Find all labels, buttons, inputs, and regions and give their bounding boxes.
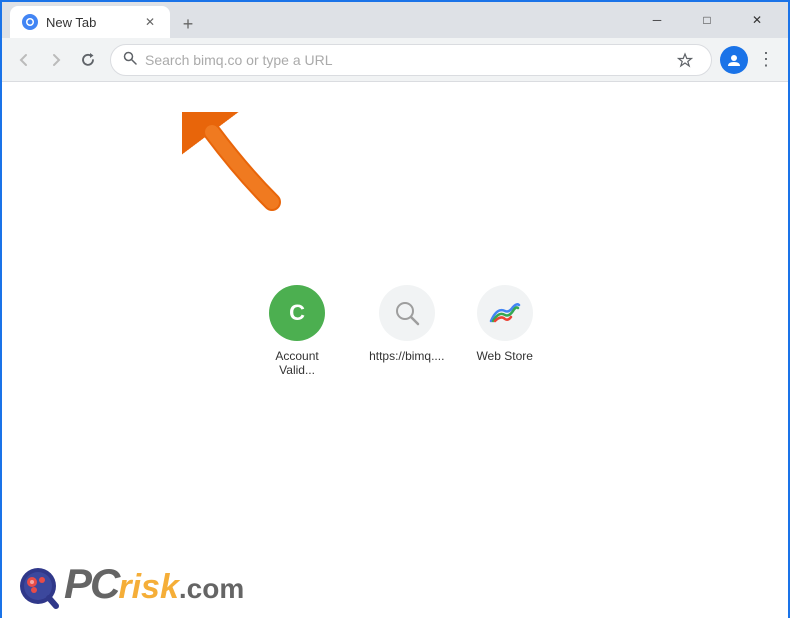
new-tab-button[interactable]: + <box>174 10 202 38</box>
shortcut-account-label: Account Valid... <box>257 349 337 377</box>
shortcut-web-store[interactable]: Web Store <box>468 277 540 385</box>
forward-button[interactable] <box>42 46 70 74</box>
shortcut-webstore-icon <box>477 285 533 341</box>
shortcut-bimq[interactable]: https://bimq.... <box>361 277 452 385</box>
shortcut-bimq-icon <box>379 285 435 341</box>
refresh-button[interactable] <box>74 46 102 74</box>
arrow-annotation <box>182 112 302 212</box>
address-bar[interactable]: Search bimq.co or type a URL <box>110 44 712 76</box>
tab-area: New Tab ✕ + <box>10 2 634 38</box>
watermark: PC risk .com <box>12 558 244 610</box>
title-bar: New Tab ✕ + ─ □ ✕ <box>2 2 788 38</box>
shortcuts-area: C Account Valid... https://bimq.... Web … <box>249 277 541 385</box>
shortcut-webstore-label: Web Store <box>476 349 532 363</box>
watermark-text: PC risk .com <box>64 560 244 608</box>
watermark-pc: PC <box>64 560 118 608</box>
minimize-button[interactable]: ─ <box>634 4 680 36</box>
back-button[interactable] <box>10 46 38 74</box>
close-button[interactable]: ✕ <box>734 4 780 36</box>
watermark-com: .com <box>179 573 244 605</box>
watermark-logo <box>12 558 64 610</box>
chrome-menu-button[interactable]: ⋮ <box>752 46 780 74</box>
shortcut-account-icon: C <box>269 285 325 341</box>
watermark-risk: risk <box>118 568 179 607</box>
maximize-button[interactable]: □ <box>684 4 730 36</box>
shortcut-bimq-label: https://bimq.... <box>369 349 444 363</box>
active-tab[interactable]: New Tab ✕ <box>10 6 170 38</box>
tab-close-button[interactable]: ✕ <box>142 14 158 30</box>
address-placeholder-text: Search bimq.co or type a URL <box>145 52 663 68</box>
profile-button[interactable] <box>720 46 748 74</box>
toolbar: Search bimq.co or type a URL ⋮ <box>2 38 788 82</box>
address-search-icon <box>123 51 137 68</box>
bookmark-star-button[interactable] <box>671 46 699 74</box>
shortcut-account-valid[interactable]: C Account Valid... <box>249 277 345 385</box>
tab-title: New Tab <box>46 15 134 30</box>
window-controls: ─ □ ✕ <box>634 4 780 36</box>
tab-favicon <box>22 14 38 30</box>
page-content: C Account Valid... https://bimq.... Web … <box>2 82 788 620</box>
